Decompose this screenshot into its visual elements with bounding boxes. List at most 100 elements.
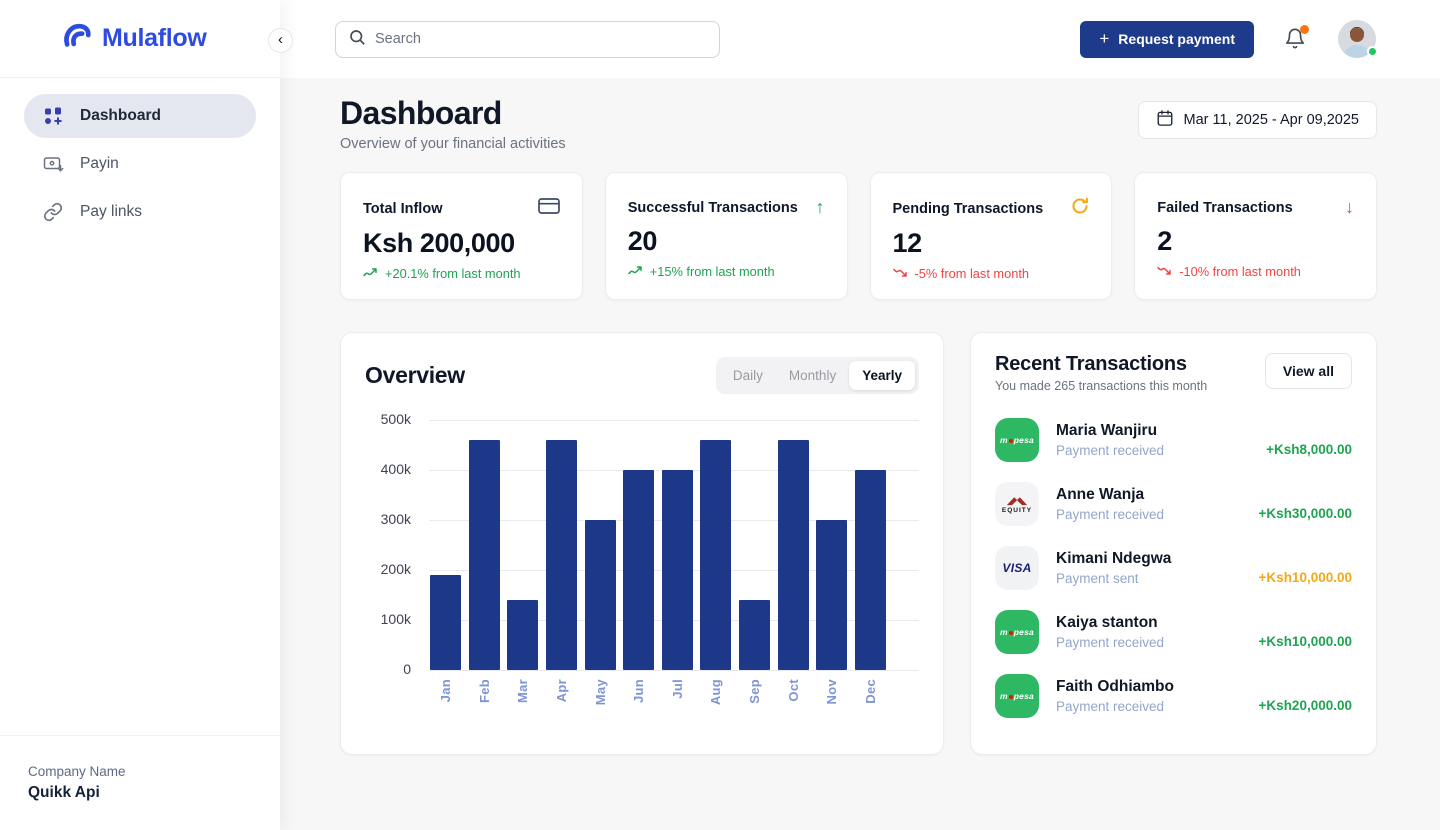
trend-down-icon xyxy=(1157,264,1172,279)
lower-row: Overview DailyMonthlyYearly 500k400k300k… xyxy=(340,332,1377,755)
transaction-name: Kaiya stanton xyxy=(1056,614,1164,632)
brand-name: Mulaflow xyxy=(102,24,207,53)
sidebar-nav: Dashboard Payin Pay links xyxy=(0,78,280,250)
stat-change: -5% from last month xyxy=(893,266,1090,281)
x-tick-label: Oct xyxy=(786,679,801,702)
y-tick-label: 0 xyxy=(403,661,411,677)
overview-tab-group: DailyMonthlyYearly xyxy=(716,357,919,394)
stat-change-text: -5% from last month xyxy=(915,266,1030,281)
search-icon xyxy=(348,28,366,51)
y-tick-label: 400k xyxy=(381,461,411,477)
stat-change: +20.1% from last month xyxy=(363,266,560,281)
sidebar-item-pay-links[interactable]: Pay links xyxy=(24,190,256,234)
trend-up-icon xyxy=(363,266,378,281)
transactions-title: Recent Transactions xyxy=(995,353,1207,376)
chart-bars: JanFebMarAprMayJunJulAugSepOctNovDec xyxy=(430,420,886,725)
transaction-amount: +Ksh8,000.00 xyxy=(1266,424,1352,457)
transaction-description: Payment sent xyxy=(1056,571,1171,586)
bell-icon xyxy=(1284,37,1306,54)
transaction-description: Payment received xyxy=(1056,507,1164,522)
stat-value: 20 xyxy=(628,226,825,257)
brand-logo: Mulaflow xyxy=(0,0,280,78)
request-payment-button[interactable]: + Request payment xyxy=(1080,21,1254,58)
x-tick-label: Jun xyxy=(631,679,646,703)
dashboard-content: Dashboard Overview of your financial act… xyxy=(280,78,1440,830)
trend-down-icon xyxy=(893,266,908,281)
transaction-row[interactable]: mpesa Faith Odhiambo Payment received +K… xyxy=(995,664,1352,728)
sidebar-item-label: Payin xyxy=(80,155,119,173)
x-tick-label: Feb xyxy=(477,679,492,703)
sidebar-collapse-button[interactable]: ‹ xyxy=(268,28,293,53)
bar-column-apr: Apr xyxy=(546,420,577,725)
plus-icon: + xyxy=(1099,29,1109,49)
sidebar-item-dashboard[interactable]: Dashboard xyxy=(24,94,256,138)
search-input[interactable] xyxy=(375,31,707,47)
stat-card: Failed Transactions ↓ 2 -10% from last m… xyxy=(1134,172,1377,300)
transaction-name: Faith Odhiambo xyxy=(1056,678,1174,696)
transaction-description: Payment received xyxy=(1056,635,1164,650)
stat-change-text: -10% from last month xyxy=(1179,264,1301,279)
main-area: + Request payment Dashboard Overview of … xyxy=(280,0,1440,830)
bar-column-jul: Jul xyxy=(662,420,693,725)
stat-change-text: +20.1% from last month xyxy=(385,266,521,281)
y-tick-label: 200k xyxy=(381,561,411,577)
user-avatar[interactable] xyxy=(1338,20,1376,58)
bar-dec xyxy=(855,470,886,670)
transaction-amount: +Ksh30,000.00 xyxy=(1259,488,1352,521)
stats-row: Total Inflow Ksh 200,000 +20.1% from las… xyxy=(340,172,1377,300)
online-status-dot xyxy=(1367,46,1378,57)
y-tick-label: 300k xyxy=(381,511,411,527)
tab-monthly[interactable]: Monthly xyxy=(776,361,849,390)
search-box[interactable] xyxy=(335,21,720,58)
transaction-description: Payment received xyxy=(1056,699,1174,714)
mpesa-logo: mpesa xyxy=(995,674,1039,718)
transaction-row[interactable]: mpesa Kaiya stanton Payment received +Ks… xyxy=(995,600,1352,664)
company-label: Company Name xyxy=(28,764,252,779)
transaction-name: Anne Wanja xyxy=(1056,486,1164,504)
bar-chart: 500k400k300k200k100k0 JanFebMarAprMayJun… xyxy=(365,420,919,725)
refresh-icon xyxy=(1071,197,1089,220)
stat-label: Pending Transactions xyxy=(893,201,1044,217)
chevron-left-icon: ‹ xyxy=(278,32,283,47)
stat-value: 2 xyxy=(1157,226,1354,257)
tab-yearly[interactable]: Yearly xyxy=(849,361,915,390)
payin-card-icon xyxy=(42,154,64,174)
bar-column-jan: Jan xyxy=(430,420,461,725)
x-tick-label: Aug xyxy=(708,679,723,705)
transaction-row[interactable]: VISA Kimani Ndegwa Payment sent +Ksh10,0… xyxy=(995,536,1352,600)
bar-mar xyxy=(507,600,538,670)
tab-daily[interactable]: Daily xyxy=(720,361,776,390)
notification-badge-dot xyxy=(1300,25,1309,34)
transaction-row[interactable]: EQUITY Anne Wanja Payment received +Ksh3… xyxy=(995,472,1352,536)
bar-column-oct: Oct xyxy=(778,420,809,725)
bar-column-may: May xyxy=(585,420,616,725)
stat-label: Successful Transactions xyxy=(628,200,798,216)
x-tick-label: May xyxy=(593,679,608,705)
bar-aug xyxy=(700,440,731,670)
stat-card: Total Inflow Ksh 200,000 +20.1% from las… xyxy=(340,172,583,300)
stat-label: Failed Transactions xyxy=(1157,200,1292,216)
sidebar-item-payin[interactable]: Payin xyxy=(24,142,256,186)
mpesa-logo: mpesa xyxy=(995,610,1039,654)
bar-feb xyxy=(469,440,500,670)
transactions-subtitle: You made 265 transactions this month xyxy=(995,379,1207,393)
credit-card-icon xyxy=(538,197,560,220)
y-tick-label: 100k xyxy=(381,611,411,627)
stat-change: +15% from last month xyxy=(628,264,825,279)
transaction-row[interactable]: mpesa Maria Wanjiru Payment received +Ks… xyxy=(995,408,1352,472)
view-all-button[interactable]: View all xyxy=(1265,353,1352,389)
request-payment-label: Request payment xyxy=(1118,31,1235,47)
notifications-bell[interactable] xyxy=(1284,27,1308,51)
arrow-down-icon: ↓ xyxy=(1345,197,1354,218)
bar-apr xyxy=(546,440,577,670)
page-subtitle: Overview of your financial activities xyxy=(340,136,566,152)
bar-jan xyxy=(430,575,461,670)
y-axis-labels: 500k400k300k200k100k0 xyxy=(365,420,411,670)
company-name: Quikk Api xyxy=(28,784,252,802)
link-icon xyxy=(42,202,64,222)
topbar-actions: + Request payment xyxy=(1080,20,1376,58)
date-range-picker[interactable]: Mar 11, 2025 - Apr 09,2025 xyxy=(1138,101,1377,139)
x-tick-label: Dec xyxy=(863,679,878,704)
x-tick-label: Jan xyxy=(438,679,453,702)
transaction-amount: +Ksh10,000.00 xyxy=(1259,552,1352,585)
